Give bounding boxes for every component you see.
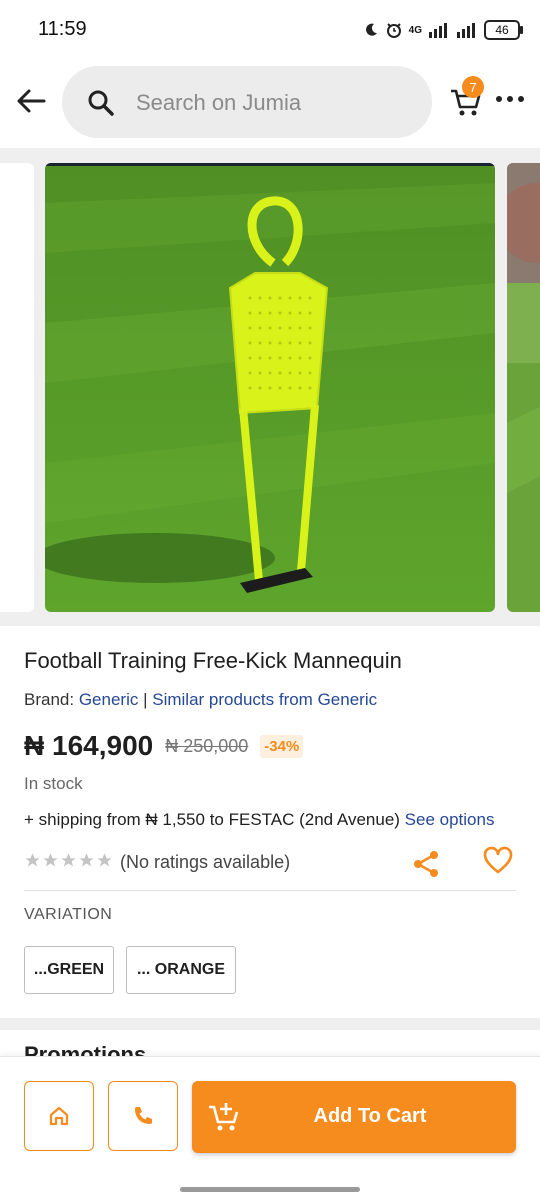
product-image[interactable] (45, 163, 495, 612)
signal-icon (429, 23, 447, 38)
next-image (507, 163, 540, 612)
rating-row: (No ratings available) (24, 846, 516, 890)
add-to-cart-label: Add To Cart (313, 1105, 427, 1127)
battery-level: 46 (495, 23, 509, 37)
see-options-link[interactable]: See options (405, 810, 495, 829)
home-indicator (180, 1187, 360, 1192)
call-button[interactable] (108, 1081, 178, 1151)
status-bar: 11:59 4G 46 (0, 0, 540, 60)
status-icons: 4G 46 (363, 18, 523, 42)
variation-label: VARIATION (24, 906, 113, 923)
product-title: Football Training Free-Kick Mannequin (24, 648, 402, 673)
discount-badge: -34% (260, 734, 304, 758)
price-row: ₦ 164,900 ₦ 250,000 -34% (24, 730, 304, 762)
brand-label: Brand: (24, 690, 75, 709)
current-price: ₦ 164,900 (24, 730, 154, 761)
alarm-icon (386, 23, 401, 38)
star-icon (61, 853, 76, 867)
star-icon (97, 853, 112, 867)
status-time: 11:59 (38, 18, 87, 40)
section-divider (24, 890, 516, 891)
search-bar[interactable]: Search on Jumia (62, 66, 432, 138)
moon-icon (365, 23, 377, 36)
mannequin-image (45, 163, 495, 612)
next-image-peek[interactable] (507, 163, 540, 612)
stock-status: In stock (24, 774, 83, 793)
more-options-icon[interactable] (496, 96, 526, 106)
back-arrow-icon[interactable] (14, 84, 48, 118)
star-icon (43, 853, 58, 867)
home-icon (49, 1106, 69, 1126)
rating-stars (24, 852, 113, 869)
network-type: 4G (408, 24, 422, 36)
brand-link[interactable]: Generic (79, 690, 139, 709)
wishlist-heart-icon[interactable] (482, 844, 514, 876)
variation-option-orange[interactable]: ... ORANGE (126, 946, 236, 994)
previous-image-peek[interactable] (0, 163, 34, 612)
bottom-action-bar: Add To Cart (0, 1056, 540, 1201)
battery-icon: 46 (484, 20, 523, 40)
signal-icon-2 (457, 23, 475, 38)
old-price: ₦ 250,000 (165, 735, 249, 756)
brand-separator: | (143, 690, 148, 709)
search-placeholder: Search on Jumia (136, 90, 302, 115)
variation-option-green[interactable]: ...GREEN (24, 946, 114, 994)
star-icon (79, 853, 94, 867)
similar-products-link[interactable]: Similar products from Generic (152, 690, 377, 709)
brand-line: Brand: Generic | Similar products from G… (24, 690, 377, 710)
product-image-gallery[interactable] (0, 148, 540, 626)
shipping-line: + shipping from ₦ 1,550 to FESTAC (2nd A… (24, 810, 494, 830)
section-gap (0, 1018, 540, 1030)
ratings-text: (No ratings available) (120, 852, 291, 872)
shipping-text: + shipping from ₦ 1,550 to FESTAC (2nd A… (24, 810, 400, 829)
star-icon (25, 853, 40, 867)
add-to-cart-button[interactable]: Add To Cart (192, 1081, 516, 1153)
product-info: Football Training Free-Kick Mannequin Br… (0, 626, 540, 1018)
phone-icon (135, 1107, 152, 1124)
search-icon (88, 90, 114, 116)
share-icon[interactable] (410, 848, 442, 880)
home-button[interactable] (24, 1081, 94, 1151)
top-bar: Search on Jumia 7 (0, 60, 540, 148)
cart-count-badge: 7 (462, 76, 484, 98)
